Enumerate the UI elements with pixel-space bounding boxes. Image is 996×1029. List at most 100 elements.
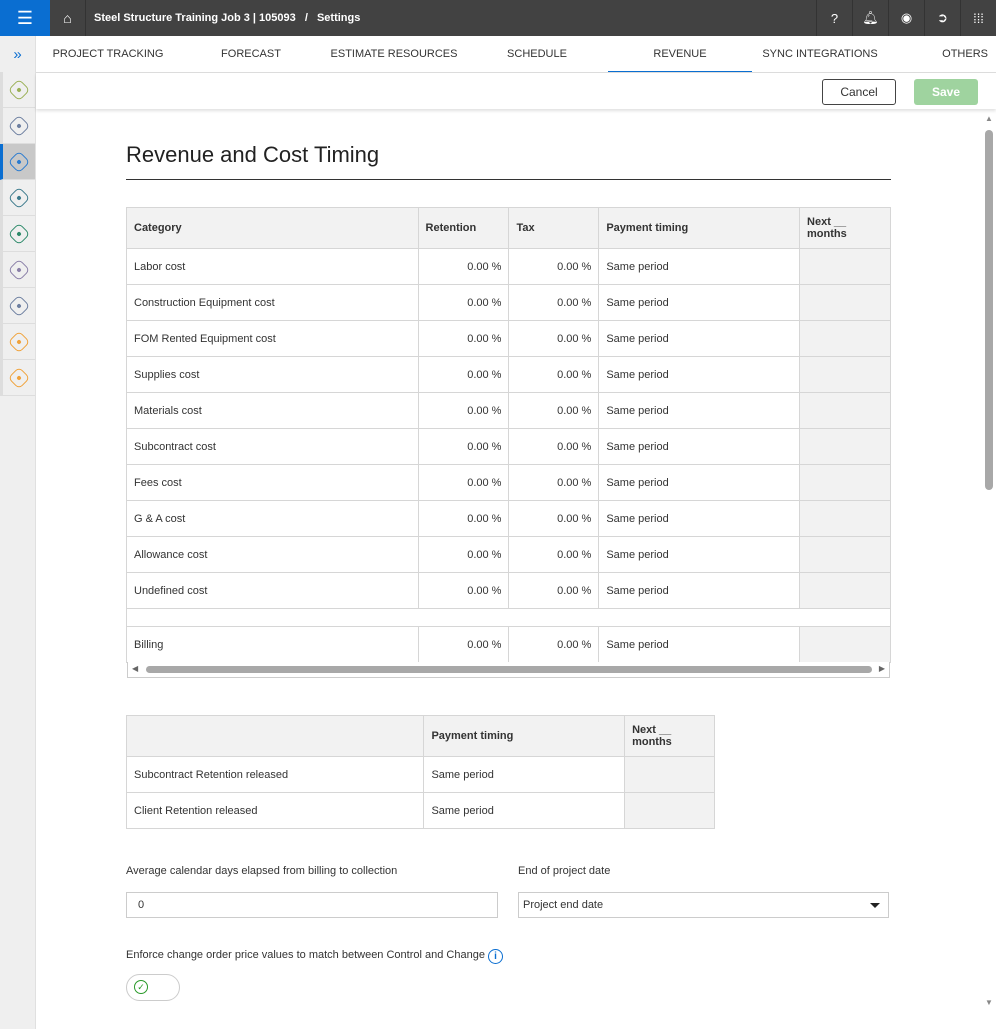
tab-schedule[interactable]: SCHEDULE [466,36,608,72]
module-icon [7,78,31,101]
menu-icon[interactable]: ☰ [0,0,50,36]
payment-timing-cell[interactable]: Same period [598,356,801,393]
tax-cell[interactable]: 0.00 % [508,500,600,537]
payment-timing-cell[interactable]: Same period [423,792,626,829]
tax-cell[interactable]: 0.00 % [508,356,600,393]
retention-cell[interactable]: 0.00 % [417,626,510,663]
user-icon[interactable]: ◉ [888,0,924,36]
payment-timing-cell[interactable]: Same period [598,428,801,465]
module-icon [7,150,31,173]
table-row: Fees cost 0.00 % 0.00 % Same period [126,464,891,501]
avg-days-label: Average calendar days elapsed from billi… [126,865,398,877]
module-icon [7,330,31,353]
sidebar-item-6[interactable] [0,252,35,288]
breadcrumb-project[interactable]: Steel Structure Training Job 3 | 105093 [94,12,296,24]
horizontal-scrollbar[interactable]: ◀ ▶ [127,662,890,678]
retention-cell[interactable]: 0.00 % [417,464,510,501]
next-months-cell [799,536,891,573]
module-icon [7,222,31,245]
avg-days-input[interactable]: 0 [126,892,498,918]
column-header: Next __ months [799,207,891,249]
sidebar-item-1[interactable] [0,72,35,108]
tax-cell[interactable]: 0.00 % [508,392,600,429]
retention-cell[interactable]: 0.00 % [417,392,510,429]
top-bar: ☰ ⌂ Steel Structure Training Job 3 | 105… [0,0,996,36]
sidebar-item-7[interactable] [0,288,35,324]
module-icon [7,294,31,317]
tax-cell[interactable]: 0.00 % [508,536,600,573]
tab-sync-integrations[interactable]: SYNC INTEGRATIONS [752,36,888,72]
column-header: Retention [417,207,510,249]
tab-others[interactable]: OTHERS [888,36,996,72]
bell-icon[interactable]: 🔔︎ [852,0,888,36]
category-cell: Billing [126,626,419,663]
apps-grid-icon[interactable]: ⁞⁞⁞ [960,0,996,36]
expand-sidebar-icon[interactable]: » [0,36,35,72]
table-row: Subcontract Retention released Same perio… [125,756,715,793]
home-icon[interactable]: ⌂ [50,0,86,36]
category-cell: Supplies cost [126,356,419,393]
table-row: Labor cost 0.00 % 0.00 % Same period [126,248,891,285]
retention-cell[interactable]: 0.00 % [417,320,510,357]
sidebar: » [0,36,36,1029]
retention-cell[interactable]: 0.00 % [417,284,510,321]
column-header: Next __ months [624,715,715,757]
retention-cell[interactable]: 0.00 % [417,536,510,573]
column-header: Payment timing [598,207,801,249]
info-icon[interactable]: i [488,949,503,964]
enforce-toggle[interactable]: ✓ [126,974,180,1001]
sidebar-item-8[interactable] [0,324,35,360]
sidebar-item-2[interactable] [0,108,35,144]
tab-forecast[interactable]: FORECAST [180,36,322,72]
payment-timing-cell[interactable]: Same period [423,756,626,793]
category-cell: G & A cost [126,500,419,537]
end-date-label: End of project date [518,865,611,877]
tax-cell[interactable]: 0.00 % [508,626,600,663]
help-icon[interactable]: ? [816,0,852,36]
payment-timing-cell[interactable]: Same period [598,464,801,501]
column-header [125,715,425,757]
tax-cell[interactable]: 0.00 % [508,428,600,465]
next-months-cell [799,356,891,393]
cost-timing-table: Category Retention Tax Payment timing Next _… [126,207,891,663]
item-cell: Subcontract Retention released [125,756,425,793]
payment-timing-cell[interactable]: Same period [598,392,801,429]
sidebar-item-9[interactable] [0,360,35,396]
tax-cell[interactable]: 0.00 % [508,248,600,285]
payment-timing-cell[interactable]: Same period [598,536,801,573]
tax-cell[interactable]: 0.00 % [508,320,600,357]
logout-icon[interactable]: ➲ [924,0,960,36]
sidebar-item-4[interactable] [0,180,35,216]
vertical-scrollbar[interactable]: ▲ ▼ [982,114,996,1007]
tax-cell[interactable]: 0.00 % [508,572,600,609]
category-cell: Allowance cost [126,536,419,573]
breadcrumb: Steel Structure Training Job 3 | 105093 … [86,12,816,24]
next-months-cell [624,756,715,793]
retention-cell[interactable]: 0.00 % [417,572,510,609]
payment-timing-cell[interactable]: Same period [598,320,801,357]
tab-estimate-resources[interactable]: ESTIMATE RESOURCES [322,36,466,72]
payment-timing-cell[interactable]: Same period [598,248,801,285]
sidebar-item-3[interactable] [0,144,35,180]
tab-revenue[interactable]: REVENUE [608,36,752,72]
retention-cell[interactable]: 0.00 % [417,248,510,285]
sidebar-item-5[interactable] [0,216,35,252]
table-row: Construction Equipment cost 0.00 % 0.00 % S… [126,284,891,321]
payment-timing-cell[interactable]: Same period [598,284,801,321]
toolbar: Cancel Save [36,73,996,109]
category-cell: Construction Equipment cost [126,284,419,321]
retention-cell[interactable]: 0.00 % [417,356,510,393]
save-button[interactable]: Save [914,79,978,105]
column-header: Category [126,207,419,249]
tax-cell[interactable]: 0.00 % [508,284,600,321]
cancel-button[interactable]: Cancel [822,79,896,105]
retention-cell[interactable]: 0.00 % [417,500,510,537]
retention-cell[interactable]: 0.00 % [417,428,510,465]
tax-cell[interactable]: 0.00 % [508,464,600,501]
payment-timing-cell[interactable]: Same period [598,572,801,609]
payment-timing-cell[interactable]: Same period [598,500,801,537]
tab-project-tracking[interactable]: PROJECT TRACKING [36,36,180,72]
payment-timing-cell[interactable]: Same period [598,626,801,663]
end-date-select[interactable]: Project end date [518,892,889,918]
spacer-cell [126,608,891,627]
